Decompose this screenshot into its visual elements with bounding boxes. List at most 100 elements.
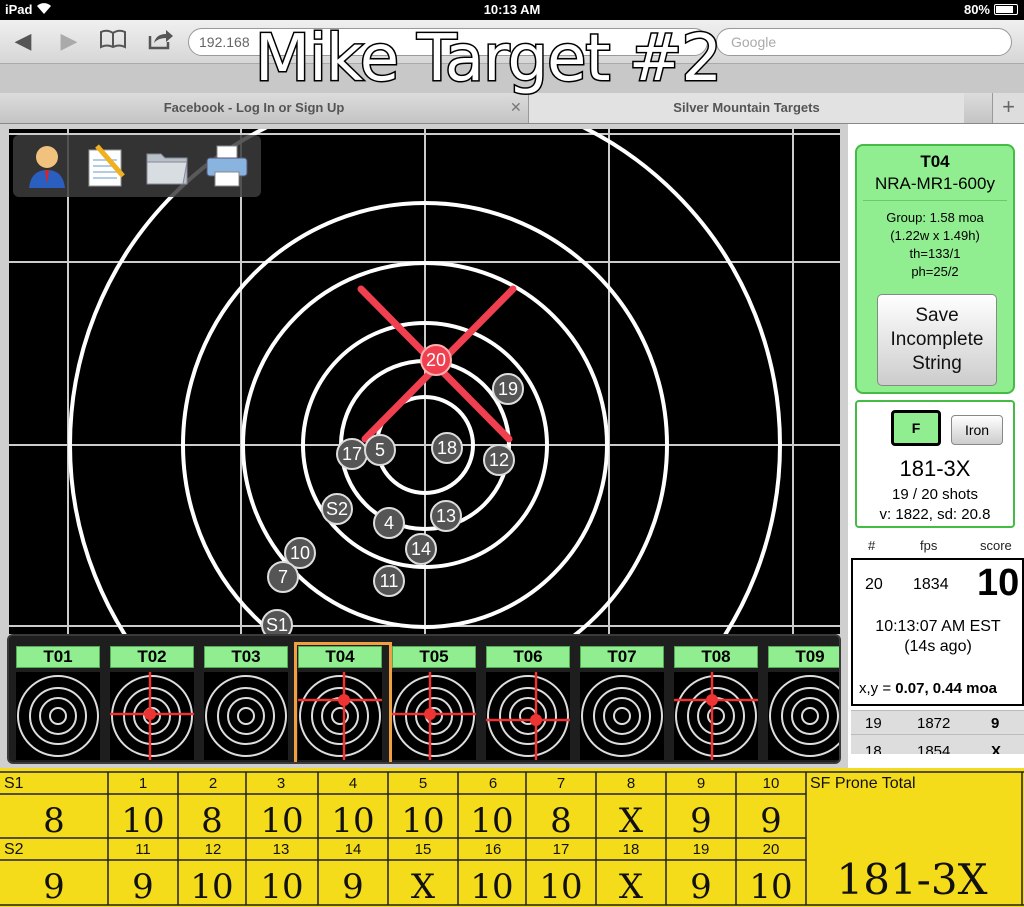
status-bar: iPad 10:13 AM 80% — [0, 0, 1024, 20]
target-thumb-t06[interactable]: T06 — [486, 646, 570, 760]
thumb-label: T09 — [768, 646, 839, 668]
sheet-shot-number: 3 — [277, 775, 285, 792]
notepad-icon[interactable] — [83, 142, 131, 190]
sheet-score-handwritten: 10 — [190, 867, 233, 907]
sheet-shot-number: 1 — [139, 775, 147, 792]
target-thumb-t09[interactable]: T09 — [768, 646, 839, 760]
target-view[interactable]: 20 19 18 17 5 12 13 4 14 S2 10 7 11 S1 — [9, 129, 840, 634]
col-score: score — [980, 538, 1012, 553]
sheet-score-handwritten: X — [619, 867, 644, 907]
target-thumb-t01[interactable]: T01 — [16, 646, 100, 760]
sheet-shot-number: 15 — [415, 841, 432, 858]
shot-marker[interactable]: 18 — [431, 432, 463, 464]
shot-marker[interactable]: 17 — [336, 438, 368, 470]
save-incomplete-string-button[interactable]: Save Incomplete String — [877, 294, 997, 386]
sheet-score-handwritten: 10 — [401, 801, 444, 841]
last-shot-coords: x,y = 0.07, 0.44 moa — [859, 680, 1024, 697]
sheet-row2-label: S2 — [4, 841, 24, 858]
last-shot-ago: (14s ago) — [904, 638, 972, 655]
score-summary: F Iron 181-3X 19 / 20 shots v: 1822, sd:… — [855, 400, 1015, 528]
shot-label: 20 — [426, 350, 446, 370]
target-thumb-t04[interactable]: T04 — [294, 642, 392, 762]
info-panel: T04 NRA-MR1-600y Group: 1.58 moa (1.22w … — [848, 124, 1024, 768]
sheet-score-handwritten: 9 — [132, 867, 154, 907]
sheet-shot-number: 19 — [693, 841, 710, 858]
sheet-score-handwritten: 10 — [470, 801, 513, 841]
target-thumb-t03[interactable]: T03 — [204, 646, 288, 760]
close-tab-icon[interactable]: ✕ — [510, 99, 522, 116]
col-fps: fps — [920, 538, 938, 553]
shot-marker[interactable]: 14 — [405, 533, 437, 565]
folder-icon[interactable] — [143, 142, 191, 190]
shot-row[interactable]: 18 1854 X — [851, 734, 1024, 754]
sheet-shot-number: 2 — [209, 775, 217, 792]
shot-marker[interactable]: 7 — [267, 561, 299, 593]
shot-marker[interactable]: 20 — [420, 344, 452, 376]
thumb-label: T08 — [674, 646, 758, 668]
shot-marker[interactable]: 4 — [373, 507, 405, 539]
shot-marker[interactable]: 19 — [492, 373, 524, 405]
sheet-score-handwritten: 10 — [749, 867, 792, 907]
target-info-box: T04 NRA-MR1-600y Group: 1.58 moa (1.22w … — [855, 144, 1015, 394]
printer-icon[interactable] — [203, 142, 251, 190]
shot-label: 12 — [489, 450, 509, 470]
sheet-score-handwritten: 10 — [331, 801, 374, 841]
sheet-shot-number: 17 — [553, 841, 570, 858]
shot-count: 19 / 20 shots — [892, 486, 978, 503]
shot-label: 7 — [278, 567, 288, 587]
sheet-score-handwritten: X — [411, 867, 436, 907]
sheet-score-handwritten: 10 — [121, 801, 164, 841]
shot-marker[interactable]: 11 — [373, 565, 405, 597]
last-shot-fps: 1834 — [913, 576, 949, 593]
shot-marker[interactable]: 13 — [430, 500, 462, 532]
target-thumb-t05[interactable]: T05 — [392, 646, 476, 760]
sheet-shot-number: 14 — [345, 841, 362, 858]
shot-marker[interactable]: 5 — [364, 434, 396, 466]
shot-label: S2 — [326, 499, 348, 519]
course-name: NRA-MR1-600y — [875, 174, 995, 193]
sheet-shot-number: 13 — [273, 841, 290, 858]
ph-value: ph=25/2 — [911, 264, 959, 279]
thumb-image — [580, 672, 664, 760]
thumb-label: T04 — [298, 646, 382, 668]
sheet-shot-number: 9 — [697, 775, 705, 792]
tab-bar: Facebook - Log In or Sign Up ✕ Silver Mo… — [0, 93, 1024, 124]
thumb-label: T03 — [204, 646, 288, 668]
sheet-shot-number: 4 — [349, 775, 357, 792]
user-icon[interactable] — [23, 142, 71, 190]
shot-row-fps: 1854 — [917, 743, 951, 754]
sheet-shot-number: 20 — [763, 841, 780, 858]
sheet-score-handwritten: 10 — [539, 867, 582, 907]
shot-row-score: X — [991, 743, 1002, 754]
paper-score-sheet: S1 S2 SF Prone Total 1 2 3 4 5 6 7 8 9 10 11 12 13 14 15 1… — [0, 768, 1024, 907]
target-thumb-t02[interactable]: T02 — [110, 646, 194, 760]
sheet-score-handwritten: 8 — [550, 801, 572, 841]
target-thumb-t08[interactable]: T08 — [674, 646, 758, 760]
sheet-score-handwritten: 9 — [342, 867, 364, 907]
shot-label: 18 — [437, 438, 457, 458]
f-class-toggle[interactable]: F — [891, 410, 941, 446]
shot-marker[interactable]: S2 — [321, 493, 353, 525]
overlay-title: Mike Target #2 — [253, 21, 723, 98]
clock: 10:13 AM — [483, 2, 541, 17]
thumb-image — [204, 672, 288, 760]
tab-facebook[interactable]: Facebook - Log In or Sign Up — [0, 93, 508, 123]
target-thumb-t07[interactable]: T07 — [580, 646, 664, 760]
group-dims: (1.22w x 1.49h) — [890, 228, 980, 243]
group-size: Group: 1.58 moa — [886, 210, 984, 225]
add-tab-icon[interactable]: + — [992, 93, 1024, 123]
shot-marker[interactable]: 12 — [483, 444, 515, 476]
shot-label: 19 — [498, 379, 518, 399]
sheet-header-total: SF Prone Total — [810, 775, 916, 792]
iron-class-toggle[interactable]: Iron — [951, 415, 1003, 445]
sheet-score-handwritten: 9 — [690, 801, 712, 841]
tab-silver-mountain[interactable]: Silver Mountain Targets — [528, 93, 964, 123]
shot-row[interactable]: 19 1872 9 — [851, 710, 1024, 734]
sheet-row1-label: S1 — [4, 775, 24, 792]
shot-marker[interactable]: S1 — [261, 609, 293, 634]
sheet-shot-number: 11 — [135, 841, 151, 858]
total-score: 181-3X — [899, 456, 971, 481]
thumb-image — [298, 672, 382, 760]
target-code: T04 — [920, 152, 950, 171]
shot-label: 5 — [375, 440, 385, 460]
